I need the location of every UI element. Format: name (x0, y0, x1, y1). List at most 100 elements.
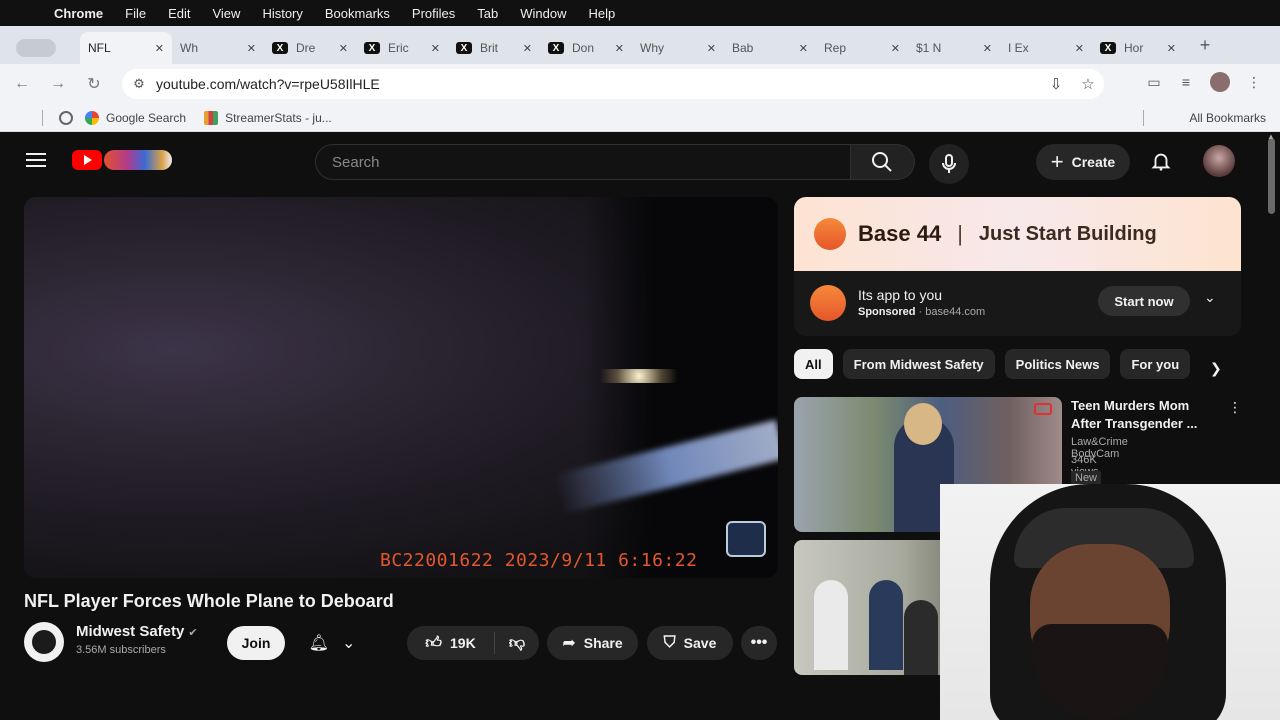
close-icon[interactable]: ✕ (891, 42, 900, 55)
video-timestamp-overlay: BC22001622 2023/9/11 6:16:22 (380, 550, 698, 571)
menu-window[interactable]: Window (520, 6, 566, 21)
scroll-up-arrow-icon[interactable]: ▲ (1267, 132, 1275, 141)
site-info-icon[interactable]: ⚙ (122, 76, 156, 92)
new-tab-plus-icon[interactable]: + (1190, 35, 1220, 56)
bar-chart-icon (204, 110, 219, 125)
close-icon[interactable]: ✕ (247, 42, 256, 55)
globe-icon[interactable] (59, 110, 73, 125)
menu-profiles[interactable]: Profiles (412, 6, 455, 21)
page-scrollbar[interactable] (1268, 138, 1275, 214)
microphone-icon (942, 154, 956, 173)
menu-edit[interactable]: Edit (168, 6, 190, 21)
close-icon[interactable]: ✕ (615, 42, 624, 55)
browser-tab[interactable]: X Don ✕ (540, 32, 632, 64)
share-button[interactable]: ➦ Share (547, 626, 638, 660)
browser-tab[interactable]: X Dre ✕ (264, 32, 356, 64)
browser-tab[interactable]: ▶Bab✕ (724, 32, 816, 176)
close-icon[interactable]: ✕ (799, 42, 808, 55)
like-button[interactable]: 👍︎ 19K (407, 632, 495, 654)
browser-tab[interactable]: ▶$1 N✕ (908, 32, 1000, 176)
video-title: NFL Player Forces Whole Plane to Deboard (24, 591, 394, 611)
menu-bookmarks[interactable]: Bookmarks (325, 6, 390, 21)
close-icon[interactable]: ✕ (339, 42, 348, 55)
ad-banner[interactable]: Base 44 | Just Start Building (794, 197, 1241, 271)
search-input[interactable]: Search (315, 144, 851, 180)
browser-tab[interactable]: ▶NFL✕ (80, 32, 172, 176)
voice-search-button[interactable] (929, 144, 969, 184)
close-icon[interactable]: ✕ (431, 42, 440, 55)
ad-cta-button[interactable]: Start now (1098, 286, 1190, 316)
profile-avatar-icon[interactable] (1210, 72, 1230, 92)
chevron-right-icon[interactable]: ❯ (1210, 360, 1222, 377)
channel-name[interactable]: Midwest Safety ✔ (76, 623, 198, 640)
bookmark-streamerstats[interactable]: StreamerStats - ju... (204, 110, 332, 125)
subscription-bell-button[interactable]: 🔔︎ ⌄ (296, 626, 368, 660)
browser-tab[interactable]: X Brit ✕ (448, 32, 540, 64)
thumbs-down-icon: 👎︎ (508, 634, 526, 652)
recommended-title[interactable]: Teen Murders Mom After Transgender ... (1071, 397, 1215, 433)
save-button[interactable]: ⛉ Save (647, 626, 733, 660)
notifications-bell-icon[interactable] (1150, 150, 1172, 172)
close-icon[interactable]: ✕ (155, 42, 164, 55)
chip-politics-news[interactable]: Politics News (1004, 349, 1111, 379)
sponsored-label: Sponsored (858, 306, 916, 318)
menu-app-name[interactable]: Chrome (54, 6, 103, 21)
chip-for-you[interactable]: For you (1120, 349, 1191, 379)
dislike-button[interactable]: 👎︎ (495, 634, 539, 653)
media-controls-icon[interactable]: ≡ (1170, 74, 1202, 90)
youtube-logo[interactable] (72, 150, 172, 170)
close-icon[interactable]: ✕ (1167, 42, 1176, 55)
bookmarks-bar: Google Search StreamerStats - ju... All … (0, 104, 1280, 132)
more-vertical-icon[interactable]: ⋮ (1228, 399, 1242, 416)
browser-tab[interactable]: X Eric ✕ (356, 32, 448, 64)
reload-icon[interactable]: ↻ (76, 74, 112, 94)
bookmark-star-icon[interactable]: ☆ (1072, 75, 1104, 93)
browser-tab[interactable]: X Hor ✕ (1092, 32, 1184, 64)
cast-icon[interactable]: ▭ (1138, 74, 1170, 91)
join-button[interactable]: Join (227, 626, 285, 660)
new-badge: New (1071, 471, 1102, 485)
menu-file[interactable]: File (125, 6, 146, 21)
close-icon[interactable]: ✕ (983, 42, 992, 55)
url-text[interactable]: youtube.com/watch?v=rpeU58IlHLE (156, 76, 1040, 92)
tab-group-button[interactable] (8, 32, 80, 64)
tab-title: Eric (388, 41, 409, 55)
tab-title: Bab (732, 41, 754, 55)
channel-avatar[interactable] (24, 622, 64, 662)
menu-help[interactable]: Help (589, 6, 616, 21)
back-arrow-icon[interactable]: ← (4, 75, 40, 93)
hamburger-menu-icon[interactable] (26, 153, 46, 171)
browser-tab[interactable]: ▶I Ex✕ (1000, 32, 1092, 176)
browser-tab[interactable]: ▶Why✕ (632, 32, 724, 176)
browser-tab[interactable]: ▶Rep✕ (816, 32, 908, 176)
thumbnail-figure (904, 600, 938, 675)
webcam-overlay (940, 484, 1280, 720)
close-icon[interactable]: ✕ (707, 42, 716, 55)
account-avatar[interactable] (1203, 145, 1235, 177)
chip-from-channel[interactable]: From Midwest Safety (842, 349, 995, 379)
create-label: Create (1071, 154, 1116, 170)
chip-all[interactable]: All (794, 349, 833, 379)
browser-tab[interactable]: ▶Wh✕ (172, 32, 264, 176)
bookmark-google-search[interactable]: Google Search (85, 110, 186, 125)
chevron-down-icon[interactable]: ⌄ (1204, 289, 1216, 306)
create-button[interactable]: + Create (1036, 144, 1130, 180)
sponsored-ad[interactable]: Base 44 | Just Start Building Its app to… (794, 197, 1241, 336)
bell-icon: 🔔︎ (308, 635, 329, 652)
more-vertical-icon[interactable]: ⋮ (1238, 74, 1270, 91)
more-actions-button[interactable]: ••• (741, 626, 777, 660)
address-bar[interactable]: ⚙ youtube.com/watch?v=rpeU58IlHLE ⇩ ☆ (122, 69, 1104, 99)
menu-view[interactable]: View (212, 6, 240, 21)
menu-history[interactable]: History (262, 6, 302, 21)
video-player[interactable]: BC22001622 2023/9/11 6:16:22 (24, 197, 778, 578)
all-bookmarks-button[interactable]: All Bookmarks (1189, 111, 1266, 125)
tab-strip: ▶NFL✕ ▶Wh✕ XDre✕ X Eric ✕ XBrit✕ XDon✕ ▶Wh… (0, 26, 1280, 176)
x-icon: X (1100, 42, 1116, 54)
search-button[interactable] (851, 144, 915, 180)
close-icon[interactable]: ✕ (1075, 42, 1084, 55)
close-icon[interactable]: ✕ (523, 42, 532, 55)
install-app-icon[interactable]: ⇩ (1040, 75, 1072, 93)
tab-search-icon (16, 39, 56, 57)
forward-arrow-icon[interactable]: → (40, 75, 76, 93)
menu-tab[interactable]: Tab (477, 6, 498, 21)
